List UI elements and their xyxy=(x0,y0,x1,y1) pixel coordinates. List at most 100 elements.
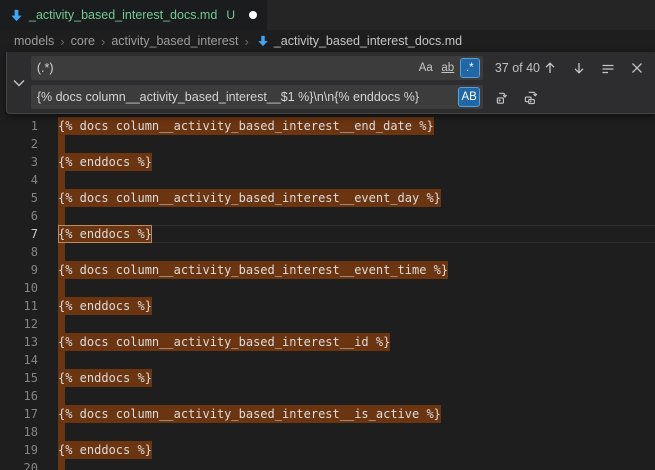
editor-line[interactable]: 20 xyxy=(0,459,655,470)
replace-row: {% docs column__activity_based_interest_… xyxy=(31,85,651,109)
code-line[interactable] xyxy=(58,279,655,297)
code-line[interactable]: {% enddocs %} xyxy=(58,153,655,171)
whole-word-toggle[interactable]: ab xyxy=(438,58,458,78)
editor-line[interactable]: 2 xyxy=(0,135,655,153)
search-match-empty xyxy=(58,423,65,441)
close-find-button[interactable] xyxy=(627,58,647,78)
editor-line[interactable]: 13 {% docs column__activity_based_interes… xyxy=(0,333,655,351)
search-match-empty xyxy=(58,135,65,153)
editor-line[interactable]: 19 {% enddocs %} xyxy=(0,441,655,459)
find-input[interactable]: (.*) Aa ab .* xyxy=(31,56,483,80)
code-line[interactable] xyxy=(58,387,655,405)
replace-one-button[interactable] xyxy=(493,87,513,107)
code-line[interactable] xyxy=(58,171,655,189)
line-number[interactable]: 2 xyxy=(0,135,38,153)
line-number[interactable]: 16 xyxy=(0,387,38,405)
editor-line[interactable]: 6 xyxy=(0,207,655,225)
line-number[interactable]: 17 xyxy=(0,405,38,423)
replace-all-button[interactable] xyxy=(522,87,542,107)
replace-icon xyxy=(495,90,510,105)
chevron-right-icon: › xyxy=(243,34,249,49)
editor-line[interactable]: 9 {% docs column__activity_based_interest… xyxy=(0,261,655,279)
line-number[interactable]: 18 xyxy=(0,423,38,441)
line-number[interactable]: 7 xyxy=(0,225,38,243)
line-number[interactable]: 19 xyxy=(0,441,38,459)
markdown-file-icon xyxy=(10,9,23,22)
search-match: {% docs column__activity_based_interest_… xyxy=(58,333,390,351)
line-number[interactable]: 9 xyxy=(0,261,38,279)
replace-input[interactable]: {% docs column__activity_based_interest_… xyxy=(31,85,483,109)
editor-line[interactable]: 1 {% docs column__activity_based_interest… xyxy=(0,117,655,135)
code-line[interactable]: {% enddocs %} xyxy=(58,225,655,243)
code-line[interactable]: {% docs column__activity_based_interest_… xyxy=(58,261,655,279)
editor[interactable]: 1 {% docs column__activity_based_interest… xyxy=(0,52,655,470)
line-number[interactable]: 8 xyxy=(0,243,38,261)
code-line[interactable] xyxy=(58,423,655,441)
editor-line[interactable]: 11 {% enddocs %} xyxy=(0,297,655,315)
search-match: {% enddocs %} xyxy=(58,153,152,171)
search-match-empty xyxy=(58,459,65,470)
previous-match-button[interactable] xyxy=(540,58,560,78)
code-line[interactable] xyxy=(58,207,655,225)
search-match: {% docs column__activity_based_interest_… xyxy=(58,405,441,423)
breadcrumb-activity-based-interest[interactable]: activity_based_interest xyxy=(111,34,238,48)
code-line[interactable]: {% enddocs %} xyxy=(58,369,655,387)
arrow-up-icon xyxy=(543,61,557,75)
find-widget: (.*) Aa ab .* 37 of 40 xyxy=(6,52,655,114)
code-line[interactable]: {% docs column__activity_based_interest_… xyxy=(58,405,655,423)
code-line[interactable] xyxy=(58,459,655,470)
line-number[interactable]: 15 xyxy=(0,369,38,387)
breadcrumb-file[interactable]: _activity_based_interest_docs.md xyxy=(274,34,462,48)
chevron-right-icon: › xyxy=(59,34,65,49)
code-line[interactable] xyxy=(58,315,655,333)
code-line[interactable] xyxy=(58,351,655,369)
line-number[interactable]: 20 xyxy=(0,459,38,470)
chevron-down-icon xyxy=(13,74,25,92)
editor-line[interactable]: 14 xyxy=(0,351,655,369)
editor-line[interactable]: 15 {% enddocs %} xyxy=(0,369,655,387)
line-number[interactable]: 1 xyxy=(0,117,38,135)
editor-line[interactable]: 7 {% enddocs %} xyxy=(0,225,655,243)
line-number[interactable]: 3 xyxy=(0,153,38,171)
line-number[interactable]: 13 xyxy=(0,333,38,351)
editor-line[interactable]: 8 xyxy=(0,243,655,261)
next-match-button[interactable] xyxy=(569,58,589,78)
line-number[interactable]: 5 xyxy=(0,189,38,207)
editor-line[interactable]: 12 xyxy=(0,315,655,333)
code-line[interactable]: {% docs column__activity_based_interest_… xyxy=(58,333,655,351)
line-number[interactable]: 4 xyxy=(0,171,38,189)
code-line[interactable]: {% docs column__activity_based_interest_… xyxy=(58,117,655,135)
line-number[interactable]: 6 xyxy=(0,207,38,225)
chevron-right-icon: › xyxy=(100,34,106,49)
git-untracked-badge: U xyxy=(226,8,235,22)
editor-line[interactable]: 17 {% docs column__activity_based_interes… xyxy=(0,405,655,423)
search-match: {% enddocs %} xyxy=(58,441,152,459)
line-number[interactable]: 14 xyxy=(0,351,38,369)
preserve-case-toggle[interactable]: AB xyxy=(458,87,479,107)
toggle-replace-button[interactable] xyxy=(7,52,31,113)
regex-toggle[interactable]: .* xyxy=(460,58,480,78)
match-case-toggle[interactable]: Aa xyxy=(416,58,436,78)
breadcrumb-models[interactable]: models xyxy=(14,34,54,48)
editor-line[interactable]: 18 xyxy=(0,423,655,441)
unsaved-dot-icon[interactable] xyxy=(249,11,257,19)
editor-line[interactable]: 10 xyxy=(0,279,655,297)
editor-line[interactable]: 3 {% enddocs %} xyxy=(0,153,655,171)
line-number[interactable]: 11 xyxy=(0,297,38,315)
code-line[interactable]: {% enddocs %} xyxy=(58,297,655,315)
line-number[interactable]: 12 xyxy=(0,315,38,333)
code-line[interactable] xyxy=(58,243,655,261)
editor-line[interactable]: 5 {% docs column__activity_based_interest… xyxy=(0,189,655,207)
tab-activity-based-interest-docs[interactable]: _activity_based_interest_docs.md U xyxy=(0,0,267,30)
line-number[interactable]: 10 xyxy=(0,279,38,297)
code-line[interactable]: {% enddocs %} xyxy=(58,441,655,459)
editor-line[interactable]: 16 xyxy=(0,387,655,405)
find-in-selection-button[interactable] xyxy=(598,58,618,78)
code-line[interactable]: {% docs column__activity_based_interest_… xyxy=(58,189,655,207)
code-line[interactable] xyxy=(58,135,655,153)
editor-line[interactable]: 4 xyxy=(0,171,655,189)
search-match-empty xyxy=(58,243,65,261)
editor-lines: 1 {% docs column__activity_based_interest… xyxy=(0,117,655,470)
breadcrumb-core[interactable]: core xyxy=(71,34,95,48)
search-match-empty xyxy=(58,171,65,189)
